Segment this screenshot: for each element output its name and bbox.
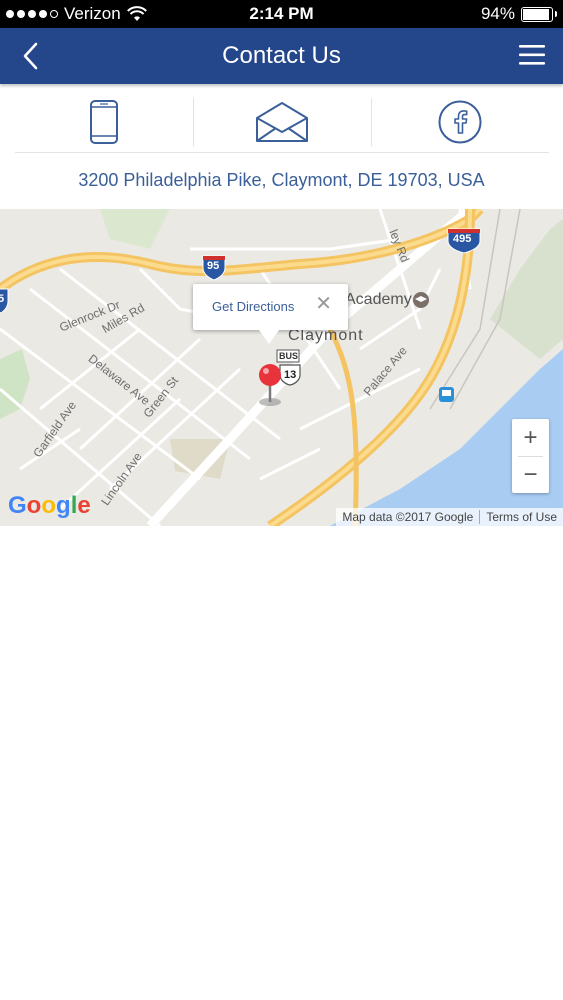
- map-label-academy: Academy: [345, 291, 412, 308]
- email-button[interactable]: [193, 92, 371, 152]
- battery-percent: 94%: [480, 4, 515, 23]
- status-time: 2:14 PM: [249, 4, 314, 23]
- map-label-us13: 13: [284, 369, 297, 381]
- page-title: Contact Us: [222, 42, 341, 69]
- nav-bar: Contact Us: [0, 28, 563, 84]
- zoom-out-button[interactable]: −: [512, 456, 549, 493]
- map-attribution: Map data ©2017 Google Terms of Use: [336, 508, 563, 526]
- map-view[interactable]: 95 495 5 BUS 13 Academy Claymont Glenroc…: [0, 209, 563, 526]
- hamburger-menu-icon[interactable]: [517, 42, 547, 68]
- map-base: [0, 209, 563, 526]
- facebook-icon: [438, 100, 482, 144]
- map-data-text: Map data ©2017 Google: [342, 510, 474, 524]
- map-label-i495: 495: [453, 233, 472, 245]
- facebook-button[interactable]: [371, 92, 549, 152]
- address-text: 3200 Philadelphia Pike, Claymont, DE 197…: [78, 170, 485, 190]
- get-directions-link[interactable]: Get Directions: [212, 299, 294, 314]
- google-logo: Google: [8, 492, 91, 519]
- close-icon[interactable]: ✕: [315, 294, 332, 314]
- status-bar: Verizon 2:14 PM 94%: [0, 0, 563, 28]
- map-label-i95: 95: [207, 260, 220, 272]
- map-label-bus: BUS: [279, 351, 299, 361]
- phone-icon: [90, 100, 118, 144]
- zoom-control: + −: [512, 419, 549, 493]
- envelope-icon: [256, 102, 308, 142]
- battery-icon: [521, 6, 557, 22]
- phone-button[interactable]: [15, 92, 193, 152]
- map-label-i5: 5: [0, 293, 5, 305]
- terms-of-use-link[interactable]: Terms of Use: [480, 510, 563, 524]
- map-info-window: Get Directions ✕: [193, 284, 348, 344]
- contact-actions: [15, 92, 549, 153]
- zoom-in-button[interactable]: +: [512, 419, 549, 456]
